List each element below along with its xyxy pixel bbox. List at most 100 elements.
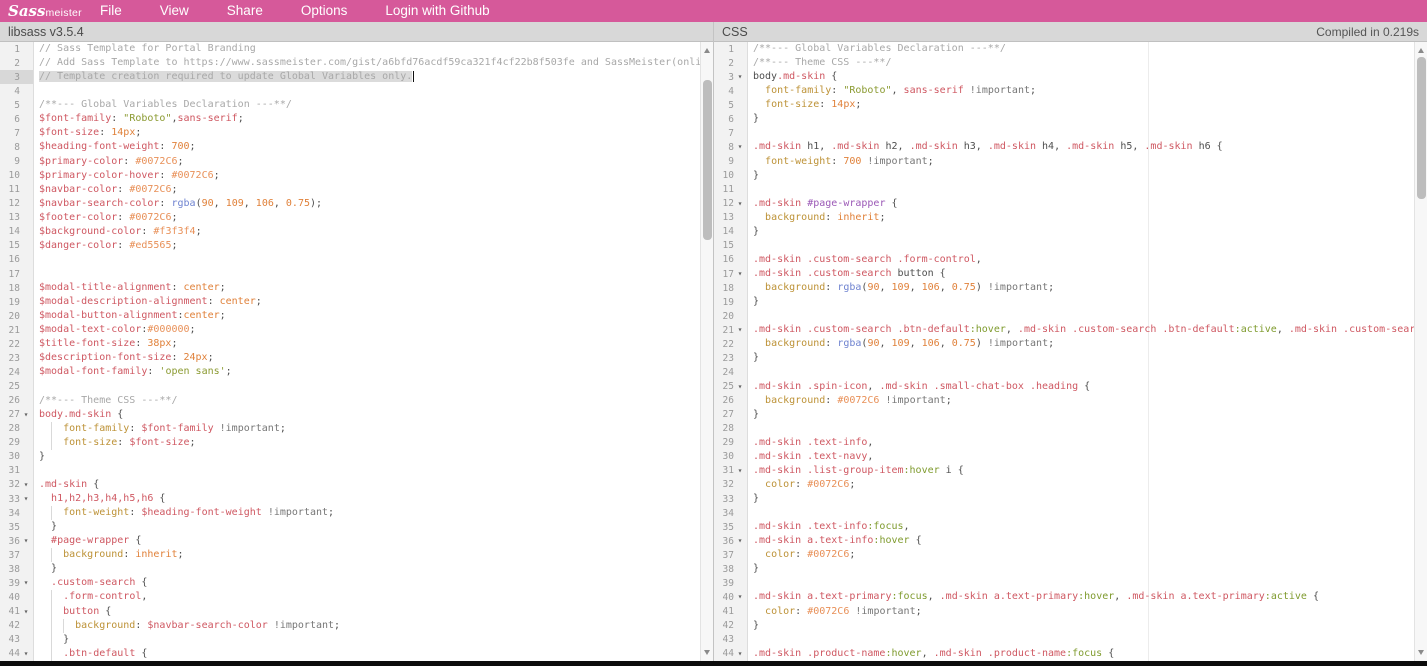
code-line[interactable]: /**--- Global Variables Declaration ---*… — [749, 42, 1414, 56]
code-line[interactable]: .md-skin .spin-icon, .md-skin .small-cha… — [749, 380, 1414, 394]
code-line[interactable] — [35, 464, 700, 478]
fold-arrow-icon[interactable]: ▾ — [734, 590, 746, 604]
scroll-down-icon[interactable] — [701, 646, 713, 659]
code-line[interactable]: .md-skin .custom-search .btn-default:hov… — [749, 323, 1414, 337]
code-line[interactable]: .md-skin .custom-search .form-control, — [749, 253, 1414, 267]
code-line[interactable]: .md-skin .custom-search button { — [749, 267, 1414, 281]
code-line[interactable]: color: #0072C6; — [749, 478, 1414, 492]
code-line[interactable]: $primary-color: #0072C6; — [35, 155, 700, 169]
code-line[interactable]: .md-skin a.text-primary:focus, .md-skin … — [749, 590, 1414, 604]
code-line[interactable] — [35, 380, 700, 394]
code-line[interactable]: } — [749, 619, 1414, 633]
fold-arrow-icon[interactable]: ▾ — [734, 464, 746, 478]
fold-arrow-icon[interactable]: ▾ — [734, 140, 746, 154]
code-line[interactable]: .md-skin #page-wrapper { — [749, 197, 1414, 211]
fold-arrow-icon[interactable]: ▾ — [734, 647, 746, 661]
code-line[interactable]: /**--- Global Variables Declaration ---*… — [35, 98, 700, 112]
fold-arrow-icon[interactable]: ▾ — [20, 478, 32, 492]
code-line[interactable] — [749, 422, 1414, 436]
menu-item-options[interactable]: Options — [287, 0, 362, 22]
scrollbar-thumb[interactable] — [703, 80, 712, 240]
code-line[interactable]: .md-skin a.text-info:hover { — [749, 534, 1414, 548]
code-line[interactable]: $modal-button-alignment:center; — [35, 309, 700, 323]
code-line[interactable]: $navbar-color: #0072C6; — [35, 183, 700, 197]
menu-item-share[interactable]: Share — [213, 0, 277, 22]
code-line[interactable]: background: inherit; — [749, 211, 1414, 225]
code-line[interactable]: } — [749, 492, 1414, 506]
fold-arrow-icon[interactable]: ▾ — [734, 267, 746, 281]
code-line[interactable] — [749, 633, 1414, 647]
code-line[interactable]: .md-skin .text-info, — [749, 436, 1414, 450]
code-line[interactable]: // Sass Template for Portal Branding — [35, 42, 700, 56]
code-line[interactable]: // Template creation required to update … — [35, 70, 700, 84]
code-line[interactable]: $modal-title-alignment: center; — [35, 281, 700, 295]
menu-item-view[interactable]: View — [146, 0, 203, 22]
code-line[interactable]: font-size: $font-size; — [35, 436, 700, 450]
code-line[interactable]: background: $navbar-search-color !import… — [35, 619, 700, 633]
code-line[interactable]: $navbar-search-color: rgba(90, 109, 106,… — [35, 197, 700, 211]
code-line[interactable]: body.md-skin { — [749, 70, 1414, 84]
code-line[interactable]: background: inherit; — [35, 548, 700, 562]
code-line[interactable]: font-weight: $heading-font-weight !impor… — [35, 506, 700, 520]
code-line[interactable]: font-family: $font-family !important; — [35, 422, 700, 436]
code-line[interactable]: } — [35, 633, 700, 647]
code-line[interactable]: .md-skin .text-info:focus, — [749, 520, 1414, 534]
code-line[interactable]: $heading-font-weight: 700; — [35, 140, 700, 154]
code-line[interactable]: } — [749, 225, 1414, 239]
code-line[interactable]: } — [749, 112, 1414, 126]
fold-arrow-icon[interactable]: ▾ — [734, 70, 746, 84]
scroll-down-icon[interactable] — [1415, 646, 1427, 659]
code-line[interactable]: background: #0072C6 !important; — [749, 394, 1414, 408]
code-line[interactable]: background: rgba(90, 109, 106, 0.75) !im… — [749, 337, 1414, 351]
code-line[interactable]: .form-control, — [35, 590, 700, 604]
code-line[interactable] — [749, 183, 1414, 197]
code-line[interactable]: $footer-color: #0072C6; — [35, 211, 700, 225]
code-line[interactable]: } — [749, 169, 1414, 183]
code-line[interactable]: .md-skin h1, .md-skin h2, .md-skin h3, .… — [749, 140, 1414, 154]
code-line[interactable] — [749, 126, 1414, 140]
fold-arrow-icon[interactable]: ▾ — [20, 408, 32, 422]
code-line[interactable]: body.md-skin { — [35, 408, 700, 422]
code-line[interactable]: .btn-default { — [35, 647, 700, 661]
code-line[interactable]: button { — [35, 605, 700, 619]
code-line[interactable]: } — [749, 295, 1414, 309]
code-line[interactable]: $description-font-size: 24px; — [35, 351, 700, 365]
fold-arrow-icon[interactable]: ▾ — [20, 534, 32, 548]
left-scrollbar[interactable] — [700, 42, 713, 661]
code-line[interactable]: h1,h2,h3,h4,h5,h6 { — [35, 492, 700, 506]
code-line[interactable]: color: #0072C6 !important; — [749, 605, 1414, 619]
scroll-up-icon[interactable] — [701, 44, 713, 57]
code-line[interactable] — [35, 84, 700, 98]
code-line[interactable]: font-weight: 700 !important; — [749, 155, 1414, 169]
right-scrollbar[interactable] — [1414, 42, 1427, 661]
fold-arrow-icon[interactable]: ▾ — [734, 197, 746, 211]
code-line[interactable]: // Add Sass Template to https://www.sass… — [35, 56, 700, 70]
fold-arrow-icon[interactable]: ▾ — [20, 492, 32, 506]
code-line[interactable]: $modal-description-alignment: center; — [35, 295, 700, 309]
code-line[interactable]: /**--- Theme CSS ---**/ — [35, 394, 700, 408]
menu-item-file[interactable]: File — [86, 0, 136, 22]
code-line[interactable]: } — [749, 562, 1414, 576]
css-code-area[interactable]: /**--- Global Variables Declaration ---*… — [749, 42, 1414, 661]
code-line[interactable] — [749, 506, 1414, 520]
code-line[interactable]: font-size: 14px; — [749, 98, 1414, 112]
code-line[interactable] — [749, 365, 1414, 379]
code-line[interactable]: .md-skin .list-group-item:hover i { — [749, 464, 1414, 478]
code-line[interactable] — [749, 239, 1414, 253]
menu-item-login-with-github[interactable]: Login with Github — [371, 0, 503, 22]
scrollbar-thumb[interactable] — [1417, 57, 1426, 199]
code-line[interactable] — [35, 267, 700, 281]
code-line[interactable]: .md-skin .product-name:hover, .md-skin .… — [749, 647, 1414, 661]
code-line[interactable]: $primary-color-hover: #0072C6; — [35, 169, 700, 183]
code-line[interactable]: } — [35, 520, 700, 534]
code-line[interactable]: #page-wrapper { — [35, 534, 700, 548]
scroll-up-icon[interactable] — [1415, 44, 1427, 57]
code-line[interactable]: $modal-text-color:#000000; — [35, 323, 700, 337]
code-line[interactable]: } — [749, 408, 1414, 422]
code-line[interactable]: $danger-color: #ed5565; — [35, 239, 700, 253]
code-line[interactable]: $background-color: #f3f3f4; — [35, 225, 700, 239]
code-line[interactable] — [35, 253, 700, 267]
code-line[interactable]: color: #0072C6; — [749, 548, 1414, 562]
code-line[interactable]: .md-skin .text-navy, — [749, 450, 1414, 464]
fold-arrow-icon[interactable]: ▾ — [20, 605, 32, 619]
